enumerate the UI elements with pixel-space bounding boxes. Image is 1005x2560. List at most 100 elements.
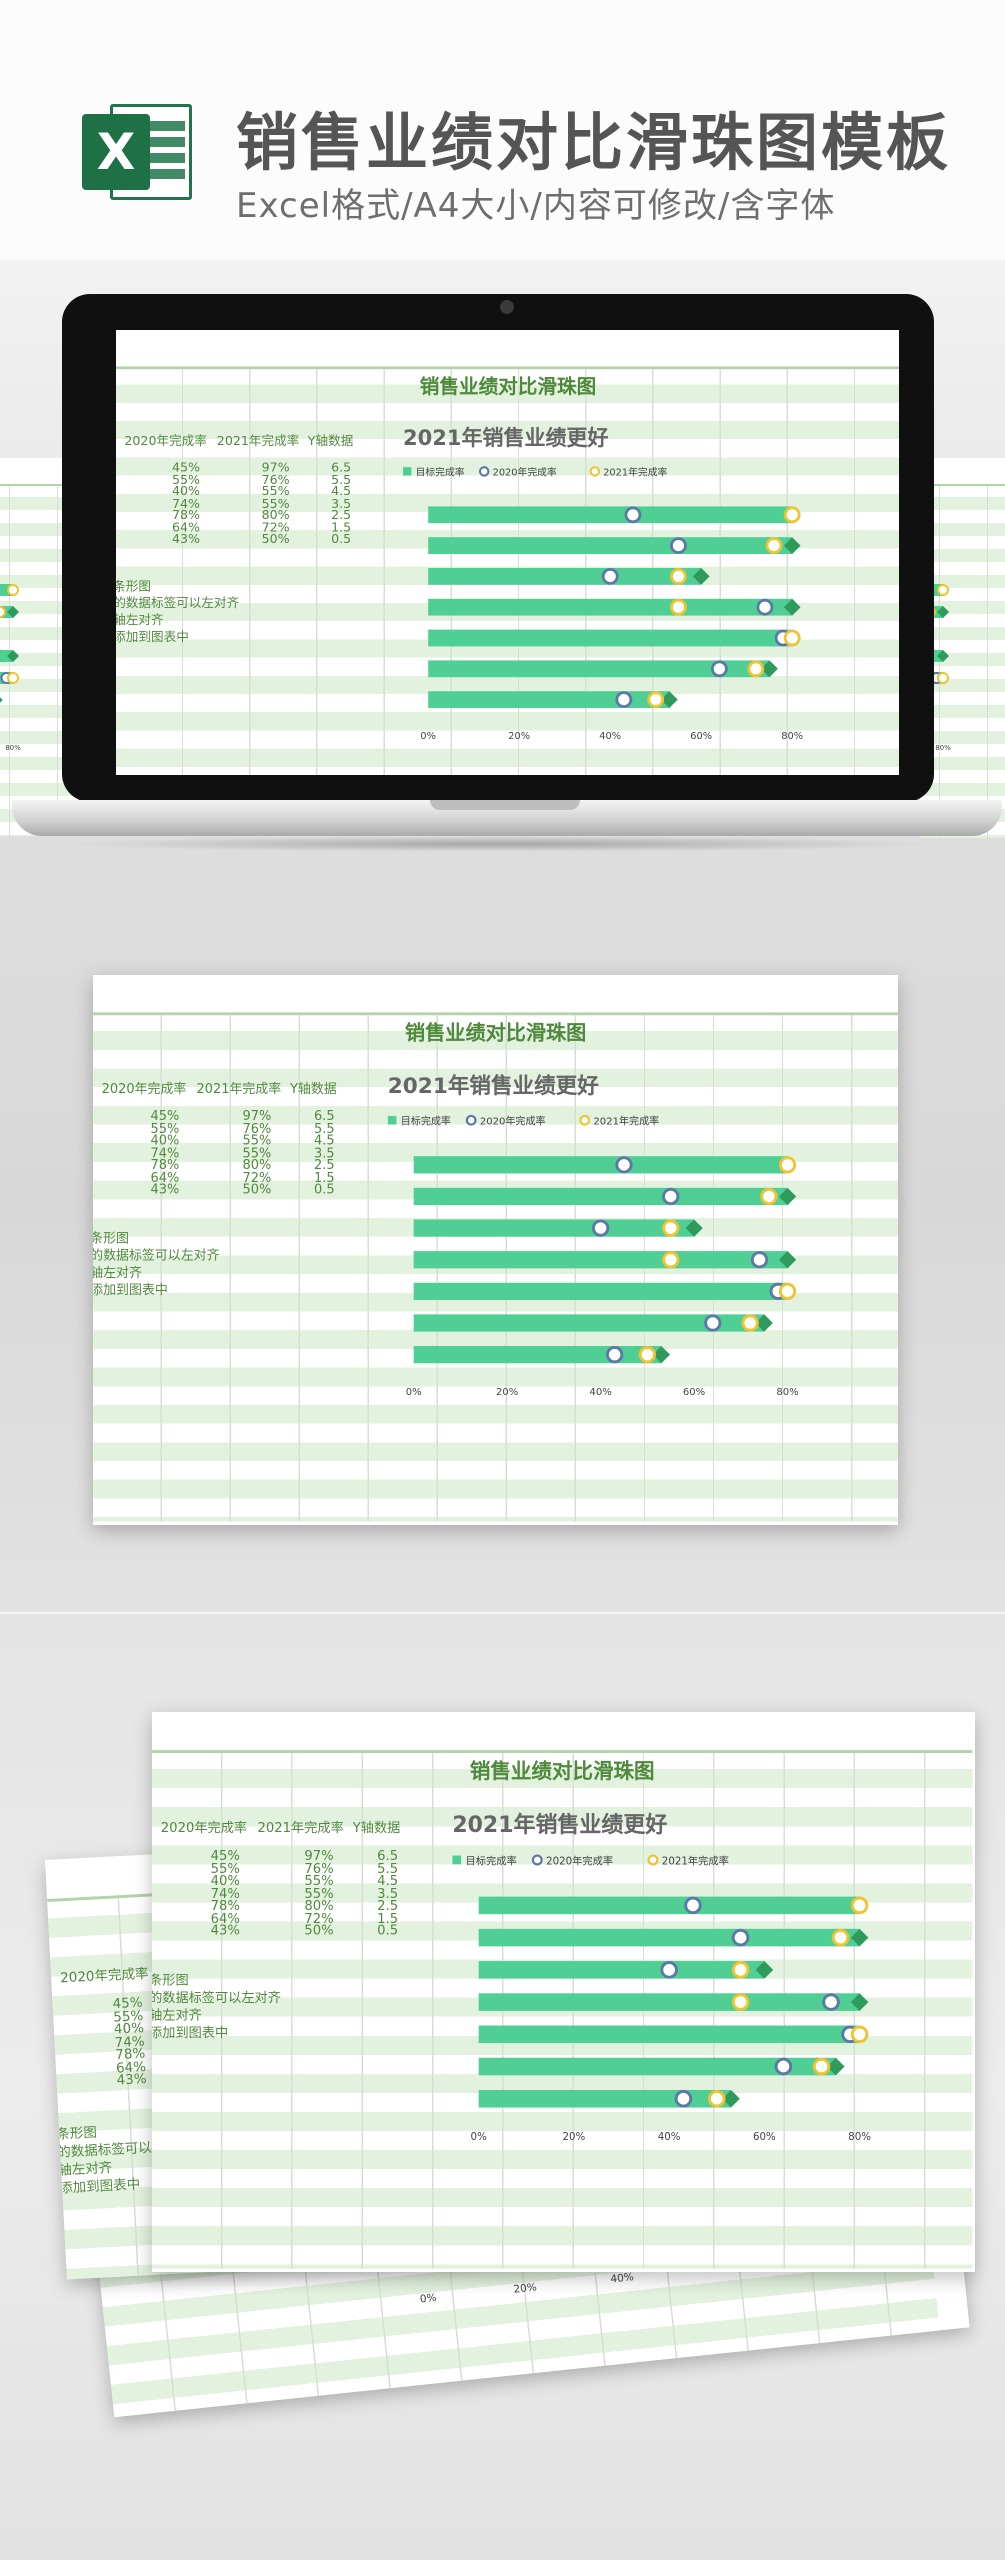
chart-title: 2021年销售业绩更好 <box>403 425 609 451</box>
x-tick-label: 20% <box>563 2131 586 2143</box>
col-header-2020: 2020年完成率 <box>160 1821 248 1837</box>
x-tick-label: 80% <box>848 2131 871 2143</box>
table-cell: 50% <box>261 533 290 547</box>
page-subtitle: Excel格式/A4大小/内容可修改/含字体 <box>236 186 836 226</box>
sheet-grid: 销售业绩对比滑珠图 2020年完成率 2021年完成率 Y轴数据 45%97%6… <box>152 1712 973 2269</box>
target-bar <box>428 598 793 616</box>
x-tick-label: 20% <box>508 731 530 742</box>
note-line: 条形图 <box>116 580 152 595</box>
point-2021 <box>662 1251 680 1269</box>
point-2020 <box>660 1961 678 1979</box>
sheet-title: 销售业绩对比滑珠图 <box>419 376 597 399</box>
point-2021 <box>731 1961 750 1979</box>
note-line: 条形图 <box>93 1232 129 1247</box>
point-2021 <box>707 2089 726 2108</box>
chart-title: 2021年销售业绩更好 <box>452 1811 668 1838</box>
x-tick-label: 60% <box>683 1387 705 1398</box>
x-tick-label: 80% <box>776 1387 798 1398</box>
table-cell: 0.5 <box>313 1183 335 1198</box>
point-2020 <box>710 660 728 678</box>
point-2021 <box>647 691 665 708</box>
target-bar <box>478 1993 860 2011</box>
x-tick-label: 20% <box>496 1387 518 1398</box>
preview-sheet-front: 销售业绩对比滑珠图 2020年完成率 2021年完成率 Y轴数据 45% 97% 6… <box>152 1712 975 2272</box>
note-line: 轴左对齐 <box>93 1266 142 1282</box>
legend-label: 目标完成率 <box>416 466 465 479</box>
target-marker <box>0 697 3 703</box>
webcam-icon <box>500 300 514 314</box>
target-bar <box>478 1961 765 1979</box>
point-2020 <box>615 1156 633 1174</box>
x-tick-label: 80% <box>781 731 803 742</box>
legend-item: 2020年完成率 <box>465 1115 546 1128</box>
target-bar <box>478 2025 860 2044</box>
x-tick-label: 40% <box>599 731 621 742</box>
table-cell: 43% <box>150 1183 180 1198</box>
point-2021 <box>670 567 687 585</box>
target-bar <box>413 1187 788 1206</box>
target-bar <box>413 1219 695 1237</box>
point-2020 <box>750 1251 769 1269</box>
target-bar <box>428 629 793 647</box>
col-header-y: Y轴数据 <box>307 435 354 449</box>
target-bar <box>413 1251 788 1269</box>
legend-item: 2021年完成率 <box>579 1115 659 1128</box>
point-2021 <box>731 1993 750 2011</box>
point-2021 <box>765 537 783 554</box>
logo-badge: X <box>82 114 150 190</box>
laptop-notch <box>430 800 580 810</box>
note-line: 的数据标签可以左对齐 <box>93 1249 220 1265</box>
legend-item: 目标完成率 <box>403 466 465 479</box>
point-2021 <box>7 672 19 684</box>
table-cell: 43% <box>210 1924 240 1940</box>
point-2021 <box>850 2025 869 2044</box>
x-tick-label: 0% <box>406 1387 422 1398</box>
target-bar <box>413 1156 788 1174</box>
target-bar <box>413 1282 788 1300</box>
note-line: 添加到图表中 <box>93 1284 168 1299</box>
note-line: 的数据标签可以左对齐 <box>116 597 240 612</box>
point-2020 <box>591 1219 610 1237</box>
legend-item: 2021年完成率 <box>589 466 668 479</box>
legend-label: 目标完成率 <box>401 1115 451 1128</box>
note-line: 条形图 <box>152 1974 189 1989</box>
legend-item: 目标完成率 <box>387 1115 451 1128</box>
target-bar <box>428 506 793 524</box>
sheet-header-row <box>152 1712 973 1754</box>
preview-sheet-middle: 销售业绩对比滑珠图 2020年完成率 2021年完成率 Y轴数据 45% 97% 6… <box>93 975 898 1525</box>
sheet-grid: 销售业绩对比滑珠图 2020年完成率 2021年完成率 Y轴数据 45%97%6… <box>93 975 898 1522</box>
x-tick-label: 60% <box>690 731 712 742</box>
point-2020 <box>756 598 774 616</box>
col-header-2020: 2020年完成率 <box>101 1082 187 1098</box>
point-2021 <box>778 1156 797 1174</box>
legend-item: 2020年完成率 <box>478 466 557 479</box>
col-header-2021: 2021年完成率 <box>196 1082 282 1098</box>
legend-label: 2020年完成率 <box>480 1115 546 1128</box>
point-2021 <box>741 1314 759 1332</box>
note-line: 轴左对齐 <box>152 2009 202 2025</box>
point-2020 <box>774 2057 793 2076</box>
point-2020 <box>704 1314 722 1332</box>
laptop-screen-sheet: 销售业绩对比滑珠图 2020年完成率 2021年完成率 Y轴数据 45% 97% 6… <box>116 330 899 775</box>
legend-item: 2021年完成率 <box>647 1854 729 1867</box>
legend-label: 2020年完成率 <box>493 466 557 479</box>
legend-item: 目标完成率 <box>452 1854 517 1867</box>
target-bar <box>428 537 793 554</box>
x-tick-label: 40% <box>610 2271 634 2285</box>
legend-label: 2020年完成率 <box>546 1854 613 1867</box>
point-2020 <box>624 506 642 524</box>
target-bar <box>478 1928 860 1947</box>
point-2021 <box>783 629 801 647</box>
point-2021 <box>760 1187 778 1206</box>
point-2021 <box>783 506 801 524</box>
dumbbell-chart: 目标完成率 2020年完成率 2021年完成率 0% 20% 40% 60% 80% <box>452 1854 871 2143</box>
x-tick-label: 40% <box>589 1387 611 1398</box>
point-2020 <box>674 2089 693 2108</box>
col-header-2021: 2021年完成率 <box>257 1821 344 1837</box>
dumbbell-chart: 目标完成率 2020年完成率 2021年完成率 0% 20% 40% 60% 80% <box>403 466 803 742</box>
note-line: 添加到图表中 <box>116 631 189 645</box>
note-line: 添加到图表中 <box>152 2026 229 2042</box>
point-2020 <box>662 1187 680 1206</box>
sheet-title: 销售业绩对比滑珠图 <box>469 1760 655 1784</box>
col-header-y: Y轴数据 <box>352 1821 401 1837</box>
